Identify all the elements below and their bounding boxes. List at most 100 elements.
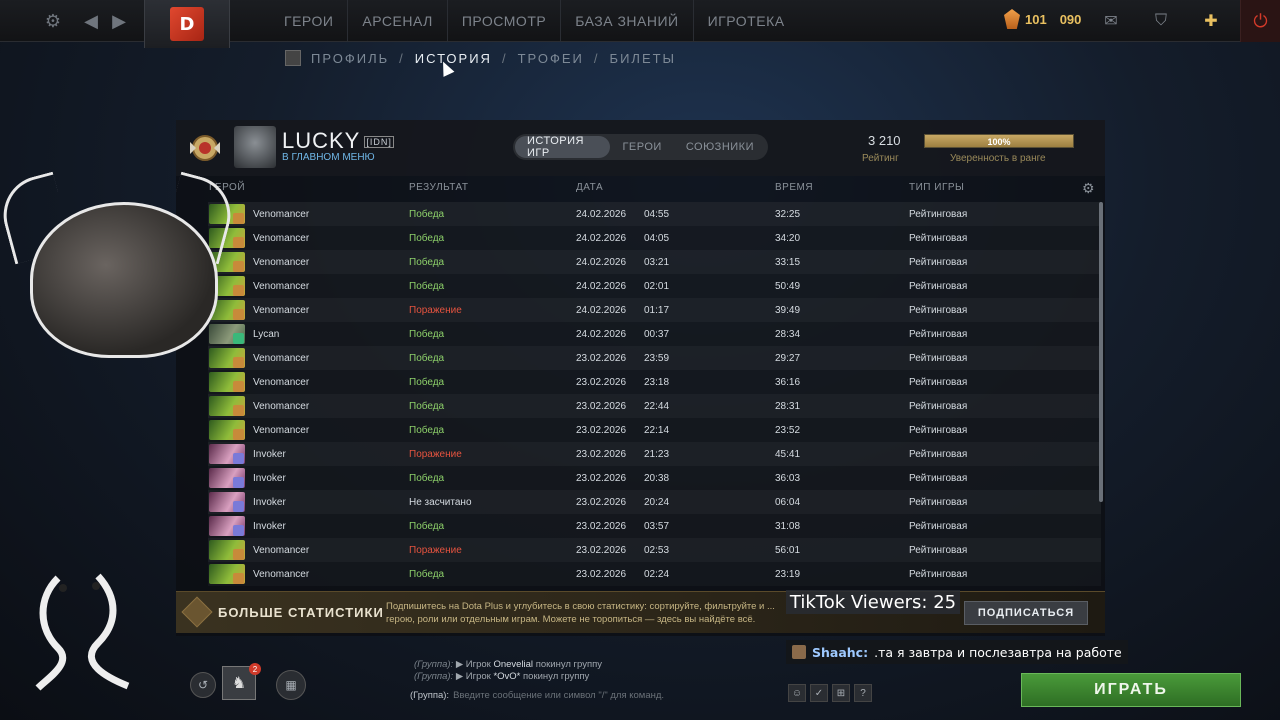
match-type: Рейтинговая — [909, 232, 968, 244]
table-row[interactable]: Venomancer Победа 23.02.2026 02:24 23:19 Рейт… — [208, 562, 1101, 586]
chat-buttons: ☺ ✓ ⊞ ? — [788, 684, 872, 702]
match-result: Не засчитано — [409, 496, 472, 508]
hero-name: Venomancer — [253, 568, 310, 580]
breadcrumb-history[interactable]: ИСТОРИЯ — [415, 51, 492, 66]
table-row[interactable]: Venomancer Победа 23.02.2026 22:14 23:52 Рейт… — [208, 418, 1101, 442]
role-badge-icon — [233, 573, 244, 584]
forward-arrow-icon[interactable]: ▶ — [104, 6, 134, 36]
match-date: 24.02.2026 — [576, 304, 627, 316]
table-row[interactable]: Invoker Поражение 23.02.2026 21:23 45:41 Рейт… — [208, 442, 1101, 466]
mascot-logo-icon — [35, 573, 130, 691]
player-status: В ГЛАВНОМ МЕНЮ — [282, 152, 375, 163]
hero-name: Venomancer — [253, 256, 310, 268]
table-row[interactable]: Venomancer Победа 23.02.2026 23:59 29:27 Рейт… — [208, 346, 1101, 370]
column-duration[interactable]: ВРЕМЯ — [775, 182, 813, 193]
emoji-icon[interactable]: ☺ — [788, 684, 806, 702]
match-date: 23.02.2026 — [576, 544, 627, 556]
nav-heroes[interactable]: ГЕРОИ — [270, 0, 349, 42]
table-row[interactable]: Venomancer Поражение 24.02.2026 01:17 39:49 Р… — [208, 298, 1101, 322]
match-date: 23.02.2026 — [576, 400, 627, 412]
dota-plus-icon[interactable]: ✚ — [1196, 6, 1226, 36]
match-type: Рейтинговая — [909, 328, 968, 340]
breadcrumb-trophies[interactable]: ТРОФЕИ — [518, 51, 584, 66]
settings-gear-icon[interactable]: ⚙ — [38, 6, 68, 36]
power-icon[interactable]: ⏻ — [1240, 0, 1280, 42]
tab-match-history[interactable]: ИСТОРИЯ ИГР — [515, 135, 611, 159]
breadcrumb-tickets[interactable]: БИЛЕТЫ — [610, 51, 677, 66]
table-row[interactable]: Venomancer Победа 24.02.2026 03:21 33:15 Рейт… — [208, 250, 1101, 274]
player-name: LUCKY [IDN] — [282, 128, 394, 154]
breadcrumb-profile[interactable]: ПРОФИЛЬ — [311, 51, 389, 66]
match-duration: 28:34 — [775, 328, 801, 340]
play-button[interactable]: ИГРАТЬ — [1021, 673, 1241, 707]
back-arrow-icon[interactable]: ◀ — [76, 6, 106, 36]
chat-wheel-icon[interactable]: ⊞ — [832, 684, 850, 702]
nav-armory[interactable]: АРСЕНАЛ — [348, 0, 448, 42]
role-badge-icon — [233, 309, 244, 320]
table-row[interactable]: Invoker Не засчитано 23.02.2026 20:24 06:04 Р… — [208, 490, 1101, 514]
role-badge-icon — [233, 477, 244, 488]
mail-icon[interactable]: ✉ — [1096, 6, 1126, 36]
match-type: Рейтинговая — [909, 304, 968, 316]
send-check-icon[interactable]: ✓ — [810, 684, 828, 702]
match-time: 23:59 — [644, 352, 670, 364]
dota-logo-tab[interactable]: D — [144, 0, 230, 48]
nav-arcade[interactable]: ИГРОТЕКА — [694, 0, 799, 42]
role-badge-icon — [233, 549, 244, 560]
column-type[interactable]: ТИП ИГРЫ — [909, 182, 964, 193]
column-date[interactable]: ДАТА — [576, 182, 603, 193]
table-row[interactable]: Venomancer Победа 24.02.2026 04:55 32:25 Рейт… — [208, 202, 1101, 226]
tab-allies[interactable]: СОЮЗНИКИ — [674, 136, 766, 158]
group-chat-input[interactable]: (Группа): Введите сообщение или символ "… — [410, 686, 786, 704]
table-row[interactable]: Venomancer Поражение 23.02.2026 02:53 56:01 Р… — [208, 538, 1101, 562]
party-leave-icon[interactable]: ↺ — [190, 672, 216, 698]
tab-heroes[interactable]: ГЕРОИ — [610, 136, 673, 158]
nav-watch[interactable]: ПРОСМОТР — [448, 0, 562, 42]
role-badge-icon — [233, 261, 244, 272]
match-time: 02:24 — [644, 568, 670, 580]
hero-name: Invoker — [253, 520, 286, 532]
hero-name: Venomancer — [253, 424, 310, 436]
match-type: Рейтинговая — [909, 208, 968, 220]
match-result: Победа — [409, 472, 445, 484]
dota-logo-icon: D — [170, 7, 204, 41]
group-chat-prefix: (Группа): — [414, 671, 454, 682]
column-result[interactable]: РЕЗУЛЬТАТ — [409, 182, 468, 193]
match-type: Рейтинговая — [909, 376, 968, 388]
table-row[interactable]: Invoker Победа 23.02.2026 03:57 31:08 Рейтинг… — [208, 514, 1101, 538]
notification-badge: 2 — [249, 663, 261, 675]
nav-learn[interactable]: БАЗА ЗНАНИЙ — [561, 0, 694, 42]
hero-name: Invoker — [253, 472, 286, 484]
table-row[interactable]: Venomancer Победа 23.02.2026 23:18 36:16 Рейт… — [208, 370, 1101, 394]
history-tabs: ИСТОРИЯ ИГР ГЕРОИ СОЮЗНИКИ — [513, 134, 768, 160]
player-tag: [IDN] — [364, 136, 394, 149]
subscribe-button[interactable]: ПОДПИСАТЬСЯ — [964, 601, 1088, 625]
match-duration: 36:03 — [775, 472, 801, 484]
match-date: 23.02.2026 — [576, 424, 627, 436]
role-badge-icon — [233, 405, 244, 416]
group-chat-prefix: (Группа): — [414, 659, 454, 670]
hero-name: Venomancer — [253, 400, 310, 412]
role-badge-icon — [233, 357, 244, 368]
inventory-icon[interactable]: ⛉ — [1146, 6, 1176, 36]
player-avatar[interactable] — [234, 126, 276, 168]
help-icon[interactable]: ? — [854, 684, 872, 702]
dota-plus-badge-icon — [181, 596, 213, 628]
match-result: Победа — [409, 280, 445, 292]
match-result: Победа — [409, 232, 445, 244]
scrollbar[interactable] — [1099, 202, 1103, 502]
match-date: 24.02.2026 — [576, 208, 627, 220]
table-row[interactable]: Venomancer Победа 24.02.2026 04:05 34:20 Рейт… — [208, 226, 1101, 250]
table-settings-gear-icon[interactable]: ⚙ — [1082, 180, 1095, 197]
currency-display[interactable]: 101 090 — [1004, 9, 1081, 29]
party-menu-icon[interactable]: ▦ — [276, 670, 306, 700]
table-row[interactable]: Invoker Победа 23.02.2026 20:38 36:03 Рейтинг… — [208, 466, 1101, 490]
chat-input-placeholder: Введите сообщение или символ "/" для ком… — [453, 689, 665, 701]
match-time: 04:55 — [644, 208, 670, 220]
match-duration: 45:41 — [775, 448, 801, 460]
table-row[interactable]: Venomancer Победа 23.02.2026 22:44 28:31 Рейт… — [208, 394, 1101, 418]
table-row[interactable]: Venomancer Победа 24.02.2026 02:01 50:49 Рейт… — [208, 274, 1101, 298]
match-type: Рейтинговая — [909, 448, 968, 460]
table-row[interactable]: Lycan Победа 24.02.2026 00:37 28:34 Рейтингов… — [208, 322, 1101, 346]
main-nav: ГЕРОИ АРСЕНАЛ ПРОСМОТР БАЗА ЗНАНИЙ ИГРОТ… — [270, 0, 799, 42]
